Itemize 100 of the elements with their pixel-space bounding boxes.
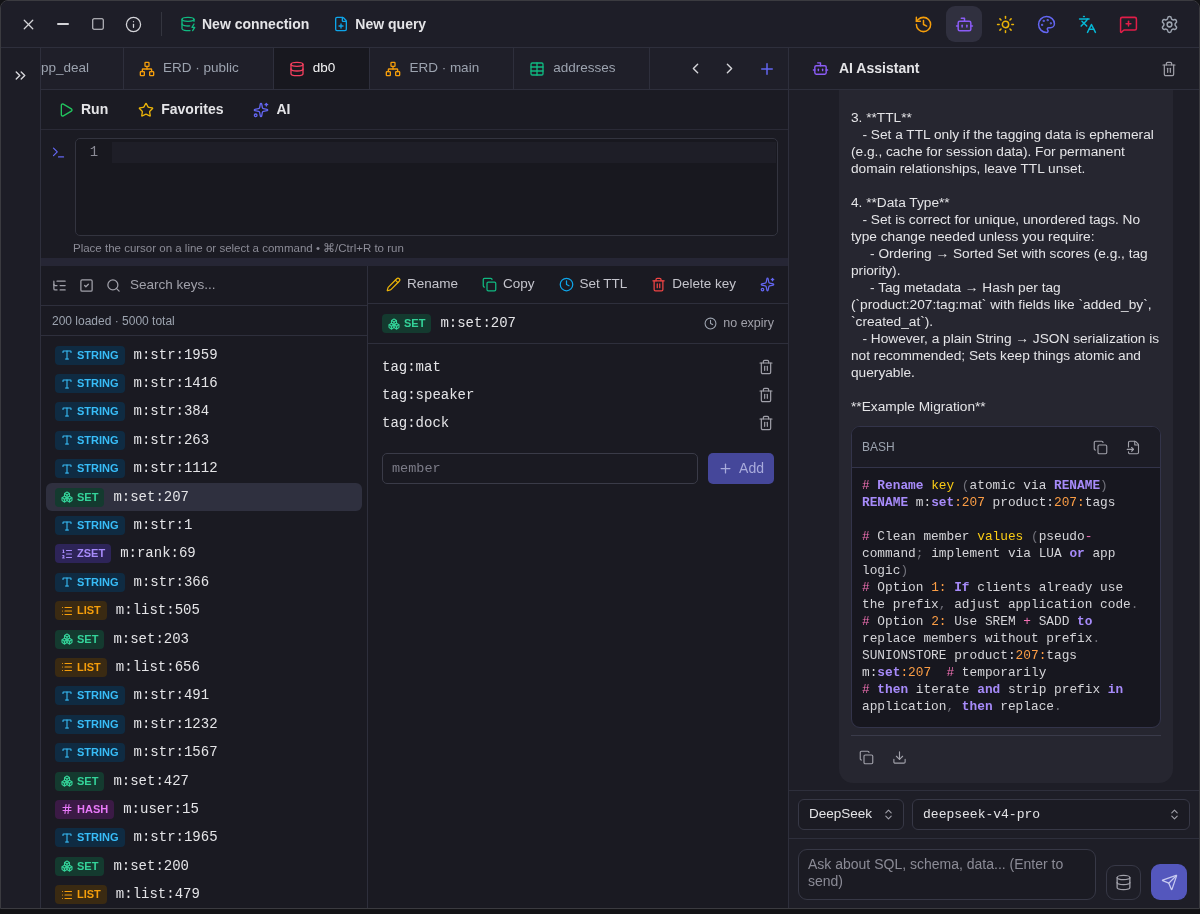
- minimize-icon: [57, 23, 69, 25]
- text-type-icon: [61, 405, 73, 418]
- download-button[interactable]: [892, 750, 907, 765]
- key-list-item[interactable]: LIST m:list:656: [46, 653, 362, 682]
- chat-input[interactable]: Ask about SQL, schema, data... (Enter to send): [798, 849, 1096, 900]
- translate-icon: [1077, 14, 1097, 34]
- pencil-icon: [386, 277, 401, 292]
- key-list-item[interactable]: SET m:set:427: [46, 766, 362, 796]
- key-list-item[interactable]: STRING m:str:1965: [46, 823, 362, 853]
- star-icon: [138, 101, 155, 118]
- query-toolbar-button[interactable]: AI: [245, 94, 299, 125]
- key-title: m:set:207: [440, 314, 517, 333]
- key-list-item[interactable]: ZSET m:rank:69: [46, 539, 362, 569]
- key-type: STRING: [77, 406, 119, 418]
- sparkles-icon: [253, 101, 270, 118]
- key-list-item[interactable]: SET m:set:207: [46, 482, 362, 512]
- search-field[interactable]: Search keys...: [130, 275, 359, 296]
- key-action-button[interactable]: Delete key: [644, 270, 744, 299]
- boxes-icon: [61, 775, 73, 788]
- tree-view-button[interactable]: [52, 278, 67, 293]
- copy-code-button[interactable]: [1093, 439, 1108, 455]
- download-icon: [892, 750, 907, 765]
- code-line: # Option 2: Use SREM + SADD to replace members without prefix.: [862, 613, 1102, 647]
- key-list-item[interactable]: STRING m:str:491: [46, 681, 362, 711]
- key-type: STRING: [77, 576, 119, 588]
- database-context-button[interactable]: [1106, 865, 1141, 900]
- message-text: **Example Migration**: [851, 398, 987, 415]
- key-list-item[interactable]: STRING m:str:1232: [46, 710, 362, 739]
- key-list-item[interactable]: HASH m:user:15: [46, 795, 362, 824]
- set-member: tag:dock: [382, 413, 450, 433]
- play-icon: [58, 101, 74, 118]
- key-list-item[interactable]: STRING m:str:366: [46, 568, 362, 597]
- key-list-item[interactable]: STRING m:str:1: [46, 511, 362, 540]
- key-type: LIST: [77, 889, 101, 901]
- key-list-item[interactable]: STRING m:str:1567: [46, 738, 362, 767]
- bot-icon: [954, 14, 974, 34]
- insert-code-button[interactable]: [1126, 439, 1141, 455]
- code-line: # Clean member values (pseudo- command; implement via LUA or app logic): [862, 528, 1117, 579]
- key-list-item[interactable]: SET m:set:203: [46, 624, 362, 654]
- key-list-item[interactable]: SET m:set:200: [46, 852, 362, 881]
- toolbar-button[interactable]: New connection: [172, 9, 318, 39]
- search-icon: [106, 278, 121, 293]
- info-icon: [124, 15, 142, 33]
- copy-message-button[interactable]: [859, 750, 874, 765]
- code-editor[interactable]: 1: [75, 138, 778, 236]
- key-type: SET: [77, 775, 99, 787]
- message-text: 4. **Data Type**: [851, 194, 951, 211]
- key-list-item[interactable]: LIST m:list:479: [46, 880, 362, 908]
- terminal-prompt-icon: [50, 145, 66, 160]
- key-list-item[interactable]: STRING m:str:384: [46, 397, 362, 427]
- panel-title: AI Assistant: [839, 59, 920, 78]
- maximize-icon: [91, 17, 105, 31]
- toolbar-icon-button[interactable]: [946, 6, 982, 42]
- provider-select[interactable]: DeepSeek: [798, 799, 905, 830]
- tree-icon: [52, 278, 67, 293]
- key-action-button[interactable]: Rename: [379, 270, 466, 299]
- model-select[interactable]: deepseek-v4-pro: [912, 799, 1190, 830]
- list-icon: [61, 888, 73, 901]
- message-text: - However, a plain String → JSON serialization is not recommended; Sets keep things atomic and queryable.: [851, 330, 1161, 381]
- key-type: STRING: [77, 718, 119, 730]
- key-type: ZSET: [77, 548, 106, 560]
- delete-member-button[interactable]: [758, 387, 774, 403]
- send-button[interactable]: [1151, 864, 1187, 900]
- list-icon: [61, 604, 73, 617]
- key-type: LIST: [77, 605, 101, 617]
- key-list-item[interactable]: LIST m:list:505: [46, 596, 362, 625]
- key-list-item[interactable]: STRING m:str:1416: [46, 369, 362, 398]
- key-list-item[interactable]: STRING m:str:1959: [46, 341, 362, 370]
- bot-icon: [812, 60, 829, 77]
- editor-tab[interactable]: ERD · main: [370, 48, 515, 89]
- member-input[interactable]: member: [382, 453, 699, 484]
- query-toolbar-button[interactable]: Favorites: [130, 94, 232, 125]
- key-action-button[interactable]: Set TTL: [551, 270, 635, 299]
- editor-tab[interactable]: db0: [273, 48, 371, 89]
- editor-tab[interactable]: addresses: [514, 48, 651, 89]
- key-type: STRING: [77, 520, 119, 532]
- toolbar-button[interactable]: New query: [325, 9, 435, 39]
- delete-member-button[interactable]: [758, 359, 774, 375]
- key-list-item[interactable]: STRING m:str:263: [46, 426, 362, 455]
- text-type-icon: [61, 462, 73, 475]
- key-action-button[interactable]: Copy: [475, 270, 542, 299]
- copy-icon: [859, 750, 874, 765]
- clear-chat-button[interactable]: [1161, 60, 1177, 77]
- code-line: # Rename key (atomic via RENAME): [862, 477, 1109, 494]
- query-toolbar-button[interactable]: Run: [50, 94, 117, 125]
- key-list-item[interactable]: STRING m:str:1112: [46, 454, 362, 483]
- key-type: SET: [77, 633, 99, 645]
- database-icon: [1115, 874, 1132, 891]
- editor-tab[interactable]: pp_deal: [41, 48, 125, 89]
- clock-icon: [704, 317, 718, 330]
- clock-icon: [558, 277, 574, 292]
- chevrons-up-down-icon: [1168, 808, 1181, 821]
- file-plus-icon: [333, 16, 350, 32]
- editor-tab[interactable]: ERD · public: [124, 48, 274, 89]
- select-mode-button[interactable]: [79, 278, 94, 293]
- code-line: RENAME m:set:207 product:207:tags: [862, 494, 1117, 511]
- ordered-list-icon: [61, 547, 73, 560]
- editor-hint: Place the cursor on a line or select a command • ⌘/Ctrl+R to run: [73, 241, 404, 256]
- delete-member-button[interactable]: [758, 415, 774, 431]
- key-type: HASH: [77, 803, 109, 815]
